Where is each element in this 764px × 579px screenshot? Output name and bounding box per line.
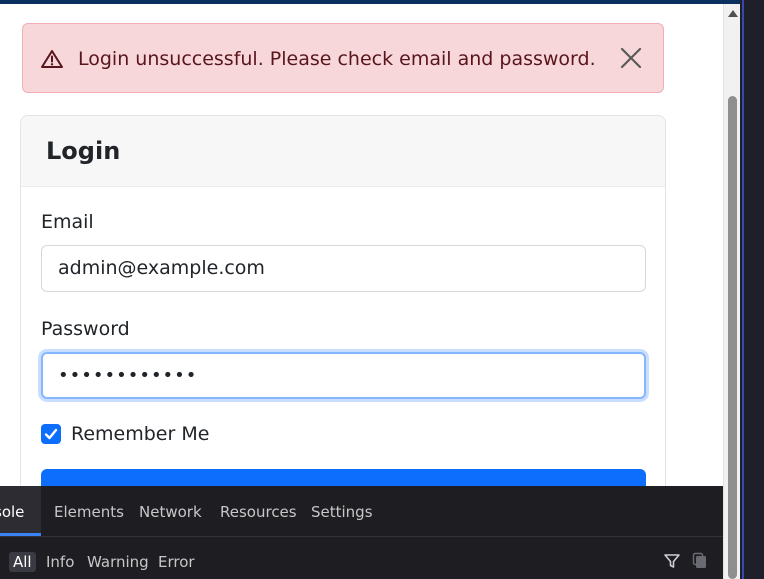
- email-field[interactable]: admin@example.com: [41, 245, 646, 292]
- filter-info[interactable]: Info: [46, 553, 74, 571]
- card-header: Login: [21, 116, 665, 187]
- password-label: Password: [41, 318, 130, 340]
- tab-console[interactable]: sole: [0, 503, 24, 521]
- scroll-thumb[interactable]: [728, 96, 737, 579]
- warning-triangle-icon: [40, 49, 64, 69]
- tab-settings[interactable]: Settings: [311, 503, 373, 521]
- copy-icon[interactable]: [692, 552, 708, 574]
- filter-error[interactable]: Error: [158, 553, 195, 571]
- page-scrollbar[interactable]: [723, 4, 741, 579]
- filter-warning[interactable]: Warning: [87, 553, 149, 571]
- alert-message: Login unsuccessful. Please check email a…: [78, 48, 596, 70]
- tab-resources[interactable]: Resources: [220, 503, 297, 521]
- devtools-panel: sole Elements Network Resources Settings…: [0, 486, 723, 579]
- console-filter-bar: All Info Warning Error: [0, 537, 723, 579]
- password-value: ••••••••••••: [58, 365, 198, 386]
- tab-elements[interactable]: Elements: [54, 503, 124, 521]
- browser-top-bar: [0, 0, 764, 4]
- scroll-up-icon[interactable]: [728, 10, 738, 17]
- email-label: Email: [41, 211, 94, 233]
- login-card: Login Email admin@example.com Password •…: [20, 115, 666, 515]
- remember-me-label[interactable]: Remember Me: [71, 423, 209, 445]
- window-edge: [740, 0, 764, 579]
- filter-icon[interactable]: [663, 552, 681, 574]
- error-alert: Login unsuccessful. Please check email a…: [22, 23, 664, 93]
- tab-network[interactable]: Network: [139, 503, 202, 521]
- remember-me-checkbox[interactable]: [41, 424, 61, 444]
- password-field[interactable]: ••••••••••••: [41, 352, 646, 399]
- checkmark-icon: [44, 428, 58, 440]
- page-title: Login: [46, 137, 121, 165]
- devtools-tab-bar: sole Elements Network Resources Settings: [0, 486, 723, 537]
- filter-all[interactable]: All: [9, 552, 36, 572]
- close-icon[interactable]: [619, 46, 643, 70]
